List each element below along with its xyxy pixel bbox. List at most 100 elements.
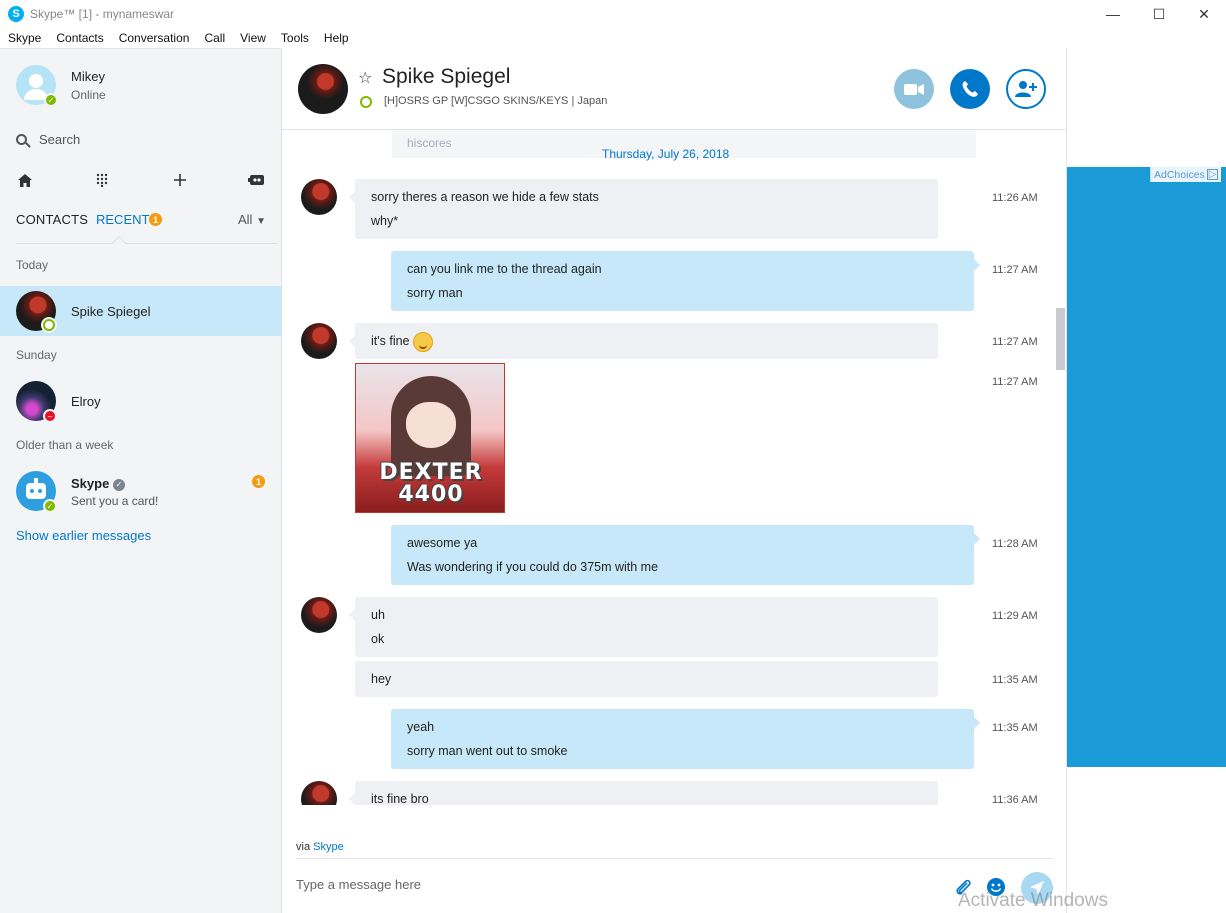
via-skype-link[interactable]: Skype bbox=[313, 841, 344, 853]
search-label: Search bbox=[39, 132, 81, 147]
add-person-icon bbox=[1015, 81, 1037, 97]
online-status-icon: ✓ bbox=[44, 93, 58, 107]
tab-indicator bbox=[111, 235, 127, 251]
windows-activation-watermark: Activate Windows bbox=[958, 890, 1108, 911]
message-bubble-incoming[interactable]: its fine bro bbox=[349, 781, 938, 805]
advertisement-banner[interactable] bbox=[1067, 167, 1226, 767]
message-time: 11:26 AM bbox=[992, 192, 1038, 204]
message-text: sorry man went out to smoke bbox=[407, 744, 568, 758]
skype-logo-icon: S bbox=[8, 6, 24, 22]
message-time: 11:27 AM bbox=[992, 264, 1038, 276]
message-text: sorry theres a reason we hide a few stat… bbox=[371, 190, 599, 204]
sidebar: ✓ Mikey Online Search CONTACTS RECENT 1 … bbox=[0, 48, 282, 913]
contact-mood: [H]OSRS GP [W]CSGO SKINS/KEYS | Japan bbox=[384, 95, 608, 107]
message-bubble-incoming[interactable]: sorry theres a reason we hide a few stat… bbox=[349, 179, 938, 239]
chat-panel: hiscores ☆ Spike Spiegel [H]OSRS GP [W]C… bbox=[282, 48, 1066, 913]
message-avatar[interactable] bbox=[301, 323, 337, 359]
message-bubble-incoming[interactable]: it's fine bbox=[349, 323, 938, 359]
message-text: can you link me to the thread again bbox=[407, 262, 602, 276]
message-avatar[interactable] bbox=[301, 179, 337, 215]
contact-name[interactable]: Spike Spiegel bbox=[382, 65, 510, 89]
message-time: 11:35 AM bbox=[992, 674, 1038, 686]
message-text: why* bbox=[371, 214, 399, 228]
adchoices-icon: ▷ bbox=[1206, 169, 1219, 180]
message-text: awesome ya bbox=[407, 536, 478, 550]
contact-avatar[interactable] bbox=[298, 64, 348, 114]
message-bubble-outgoing[interactable]: awesome ya Was wondering if you could do… bbox=[391, 525, 980, 585]
message-time: 11:27 AM bbox=[992, 376, 1038, 388]
home-icon[interactable] bbox=[16, 171, 34, 189]
message-text: sorry man bbox=[407, 286, 463, 300]
smile-emoji-icon bbox=[412, 331, 433, 352]
adchoices-text: AdChoices bbox=[1154, 168, 1205, 181]
conversation-item[interactable]: Spike Spiegel bbox=[0, 286, 281, 336]
filter-dropdown[interactable]: All ▼ bbox=[238, 212, 266, 227]
menu-conversation[interactable]: Conversation bbox=[111, 31, 197, 45]
message-time: 11:36 AM bbox=[992, 794, 1038, 806]
conversation-name: Spike Spiegel bbox=[71, 303, 151, 319]
video-camera-icon bbox=[904, 83, 924, 95]
menu-call[interactable]: Call bbox=[196, 31, 232, 45]
phone-icon bbox=[962, 81, 978, 97]
conversation-name: Elroy bbox=[71, 393, 101, 409]
tab-recent[interactable]: RECENT bbox=[96, 212, 149, 227]
conversation-item[interactable]: ✓ Skype ✓ Sent you a card! 1 bbox=[0, 466, 281, 516]
chat-scrollbar[interactable] bbox=[1054, 130, 1066, 805]
date-separator: Thursday, July 26, 2018 bbox=[602, 147, 730, 161]
tab-contacts[interactable]: CONTACTS bbox=[16, 212, 88, 227]
tab-divider bbox=[16, 243, 278, 244]
search-icon bbox=[16, 134, 27, 145]
chat-scrollbar-thumb[interactable] bbox=[1056, 308, 1065, 370]
message-bubble-incoming[interactable]: uh ok bbox=[349, 597, 938, 657]
message-text: it's fine bbox=[371, 329, 922, 353]
message-bubble-incoming[interactable]: hey bbox=[355, 661, 938, 697]
message-text: its fine bro bbox=[371, 792, 429, 805]
show-earlier-link[interactable]: Show earlier messages bbox=[16, 528, 151, 543]
menu-contacts[interactable]: Contacts bbox=[48, 31, 110, 45]
dialpad-icon[interactable] bbox=[93, 171, 111, 189]
online-status-icon bbox=[360, 96, 372, 108]
recent-count-badge: 1 bbox=[149, 213, 162, 226]
maximize-button[interactable]: ☐ bbox=[1136, 0, 1182, 28]
bot-icon[interactable] bbox=[248, 171, 266, 189]
composer-divider bbox=[296, 858, 1052, 859]
video-call-button[interactable] bbox=[894, 69, 934, 109]
menu-help[interactable]: Help bbox=[316, 31, 356, 45]
my-avatar[interactable]: ✓ bbox=[16, 65, 58, 107]
favorite-star-icon[interactable]: ☆ bbox=[358, 68, 372, 88]
conversation-name: Skype ✓ bbox=[71, 476, 125, 491]
online-status-icon bbox=[43, 319, 55, 331]
add-icon[interactable] bbox=[171, 171, 189, 189]
message-avatar[interactable] bbox=[301, 597, 337, 633]
message-bubble-outgoing[interactable]: yeah sorry man went out to smoke bbox=[391, 709, 980, 769]
window-title: Skype™ [1] - mynameswar bbox=[30, 7, 175, 21]
via-label: via Skype bbox=[296, 841, 344, 853]
menu-skype[interactable]: Skype bbox=[0, 31, 48, 45]
chevron-down-icon: ▼ bbox=[256, 216, 266, 227]
message-text: Was wondering if you could do 375m with … bbox=[407, 560, 659, 574]
menu-tools[interactable]: Tools bbox=[273, 31, 316, 45]
group-label-older: Older than a week bbox=[16, 438, 114, 452]
message-time: 11:29 AM bbox=[992, 610, 1038, 622]
audio-call-button[interactable] bbox=[950, 69, 990, 109]
title-bar: S Skype™ [1] - mynameswar — ☐ ✕ bbox=[0, 0, 1226, 28]
message-avatar[interactable] bbox=[301, 781, 337, 805]
menu-view[interactable]: View bbox=[232, 31, 273, 45]
search-box[interactable]: Search bbox=[16, 132, 80, 147]
via-prefix: via bbox=[296, 841, 311, 853]
adchoices-label[interactable]: AdChoices ▷ bbox=[1150, 167, 1222, 182]
shared-image[interactable]: DEXTER 4400 bbox=[355, 363, 505, 513]
minimize-button[interactable]: — bbox=[1090, 0, 1136, 28]
group-label-today: Today bbox=[16, 258, 49, 272]
my-name: Mikey bbox=[71, 68, 105, 84]
close-button[interactable]: ✕ bbox=[1181, 0, 1226, 28]
my-profile[interactable]: ✓ Mikey Online bbox=[16, 65, 106, 107]
do-not-disturb-icon: – bbox=[43, 409, 57, 423]
message-bubble-outgoing[interactable]: can you link me to the thread again sorr… bbox=[391, 251, 980, 311]
conversation-item[interactable]: – Elroy bbox=[0, 376, 281, 426]
chat-header: ☆ Spike Spiegel [H]OSRS GP [W]CSGO SKINS… bbox=[282, 48, 1066, 130]
message-input[interactable]: Type a message here bbox=[296, 877, 421, 892]
message-clip: its fine bro bbox=[282, 781, 1054, 805]
conversation-name-text: Skype bbox=[71, 476, 110, 491]
add-people-button[interactable] bbox=[1006, 69, 1046, 109]
